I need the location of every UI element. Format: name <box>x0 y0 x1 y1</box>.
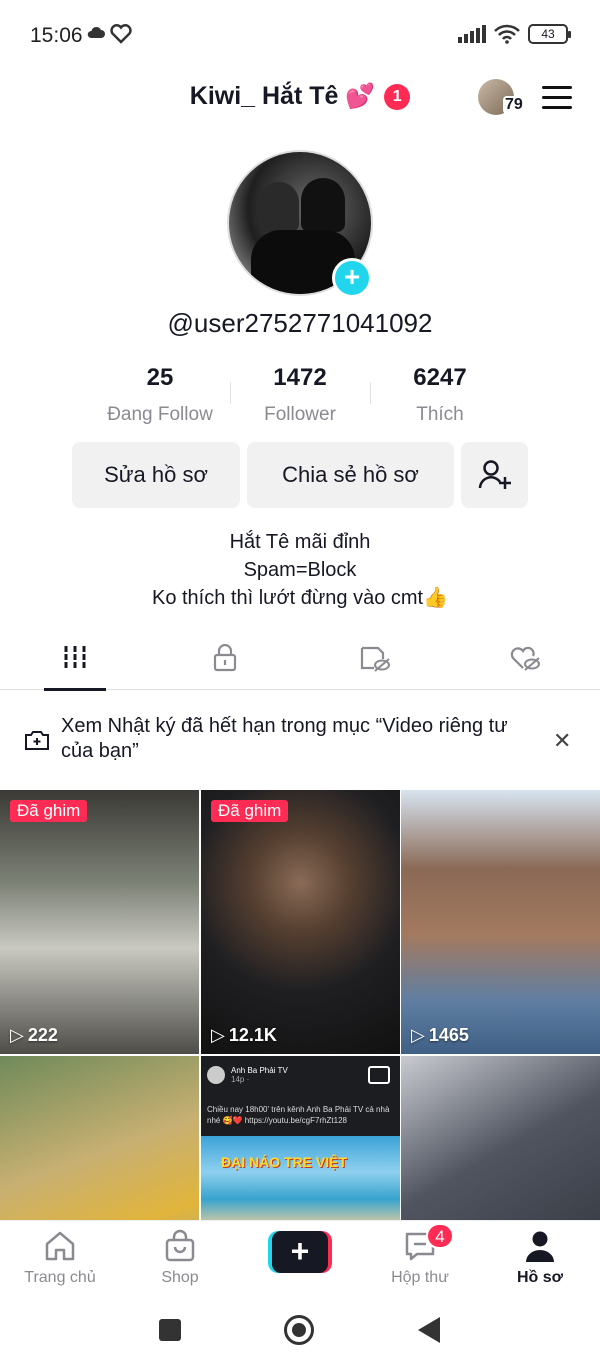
bio-line: Ko thích thì lướt đừng vào cmt👍 <box>151 587 449 609</box>
status-left-icons <box>86 24 132 44</box>
inbox-badge: 4 <box>426 1223 454 1249</box>
video-thumbnail[interactable]: Đã ghim ▷ 222 <box>0 790 199 1054</box>
hidden-heart-icon <box>510 646 540 671</box>
signal-icon <box>458 25 486 43</box>
status-bar: 15:06 43 <box>0 0 600 70</box>
nav-home-label: Trang chủ <box>24 1269 96 1286</box>
video-grid: Đã ghim ▷ 222 Đã ghim ▷ 12.1K ▷ 1465 Anh Ba… <box>0 790 600 1220</box>
grid-icon <box>64 646 86 668</box>
tab-videos[interactable] <box>44 634 106 691</box>
stat-followers[interactable]: 1472 Follower <box>230 364 370 426</box>
expired-diary-notice[interactable]: Xem Nhật ký đã hết hạn trong mục “Video … <box>0 712 600 772</box>
bottom-navigation: Trang chủ Shop + Hộp thư 4 Hồ sơ <box>0 1220 600 1290</box>
pinned-badge: Đã ghim <box>10 800 88 822</box>
camera-plus-icon <box>25 731 49 750</box>
stat-likes-value: 6247 <box>413 364 467 391</box>
pinned-badge: Đã ghim <box>211 800 289 822</box>
view-count: ▷ 222 <box>10 1025 58 1045</box>
add-user-icon <box>478 460 511 489</box>
page-title: Kiwi_ Hắt Tê <box>189 82 339 110</box>
bio-line: Hắt Tê mãi đỉnh <box>229 531 371 553</box>
view-count: ▷ 12.1K <box>211 1025 277 1045</box>
hidden-repost-icon <box>360 646 390 672</box>
play-icon: ▷ <box>211 1025 225 1045</box>
create-button[interactable]: + <box>268 1231 332 1273</box>
video-thumbnail[interactable]: ▷ 1465 <box>401 790 600 1054</box>
banner-text: ĐẠI NÁO TRE VIỆT <box>221 1154 348 1170</box>
profile-bio: Hắt Tê mãi đỉnh Spam=Block Ko thích thì … <box>0 528 600 612</box>
nav-profile[interactable]: Hồ sơ <box>490 1229 590 1287</box>
post-header: Anh Ba Phải TV 14p · <box>207 1066 288 1084</box>
stat-followers-value: 1472 <box>273 364 327 391</box>
profile-icon <box>526 1231 554 1262</box>
notice-text: Xem Nhật ký đã hết hạn trong mục “Video … <box>61 715 508 762</box>
stat-followers-label: Follower <box>264 404 336 425</box>
nav-home[interactable]: Trang chủ <box>10 1229 110 1287</box>
status-time: 15:06 <box>30 24 83 47</box>
edit-profile-button[interactable]: Sửa hồ sơ <box>72 442 240 508</box>
photo-post-thumbnail[interactable]: Anh Ba Phải TV 14p · Chiều nay 18h00' tr… <box>201 1056 400 1220</box>
cloud-icon <box>87 26 105 38</box>
hearts-emoji: 💕 <box>345 83 376 110</box>
post-author: Anh Ba Phải TV <box>231 1066 288 1075</box>
notification-badge: 1 <box>384 84 411 110</box>
nav-shop[interactable]: Shop <box>130 1229 230 1287</box>
tab-reposts[interactable] <box>344 634 406 690</box>
menu-icon[interactable] <box>542 86 572 110</box>
plus-icon: + <box>272 1231 328 1273</box>
nav-profile-label: Hồ sơ <box>516 1269 564 1286</box>
lock-icon <box>213 644 237 672</box>
view-count: ▷ 1465 <box>411 1025 469 1045</box>
post-text: Chiều nay 18h00' trên kênh Anh Ba Phải T… <box>207 1105 390 1125</box>
system-navigation-bar <box>0 1296 600 1367</box>
video-thumbnail[interactable] <box>0 1056 199 1220</box>
back-icon[interactable] <box>418 1317 440 1343</box>
video-thumbnail[interactable]: Đã ghim ▷ 12.1K <box>201 790 400 1054</box>
tab-liked[interactable] <box>494 634 556 690</box>
stat-following[interactable]: 25 Đang Follow <box>90 364 230 426</box>
tab-private[interactable] <box>194 634 256 690</box>
play-icon: ▷ <box>411 1025 425 1045</box>
nav-inbox[interactable]: Hộp thư <box>370 1229 470 1287</box>
content-tabs <box>0 634 600 691</box>
video-thumbnail[interactable] <box>401 1056 600 1220</box>
battery-icon: 43 <box>528 24 571 44</box>
photo-icon <box>368 1066 390 1084</box>
wifi-icon <box>494 24 520 44</box>
stat-following-label: Đang Follow <box>107 404 213 425</box>
profile-stats: 25 Đang Follow 1472 Follower 6247 Thích <box>90 364 510 426</box>
bio-line: Spam=Block <box>243 559 357 581</box>
stat-likes-label: Thích <box>416 404 464 425</box>
stat-likes[interactable]: 6247 Thích <box>370 364 510 426</box>
share-profile-button[interactable]: Chia sẻ hồ sơ <box>247 442 454 508</box>
stat-following-value: 25 <box>146 364 174 391</box>
heart-icon <box>110 24 132 44</box>
add-photo-plus-icon[interactable]: + <box>332 258 372 298</box>
friends-count: 79 <box>503 96 525 114</box>
home-icon <box>45 1231 75 1261</box>
post-avatar <box>207 1066 225 1084</box>
post-banner: ĐẠI NÁO TRE VIỆT <box>201 1136 400 1220</box>
shopping-bag-icon <box>165 1229 195 1262</box>
username: @user2752771041092 <box>167 308 433 338</box>
add-friend-button[interactable] <box>461 442 528 508</box>
home-button-icon[interactable] <box>284 1315 314 1345</box>
profile-header: Kiwi_ Hắt Tê 💕 1 79 <box>0 74 600 124</box>
play-icon: ▷ <box>10 1025 24 1045</box>
nav-inbox-label: Hộp thư <box>391 1269 449 1286</box>
nav-shop-label: Shop <box>161 1269 199 1286</box>
recent-apps-icon[interactable] <box>159 1319 181 1341</box>
post-time: 14p · <box>231 1075 250 1084</box>
close-icon[interactable]: ✕ <box>553 728 571 754</box>
